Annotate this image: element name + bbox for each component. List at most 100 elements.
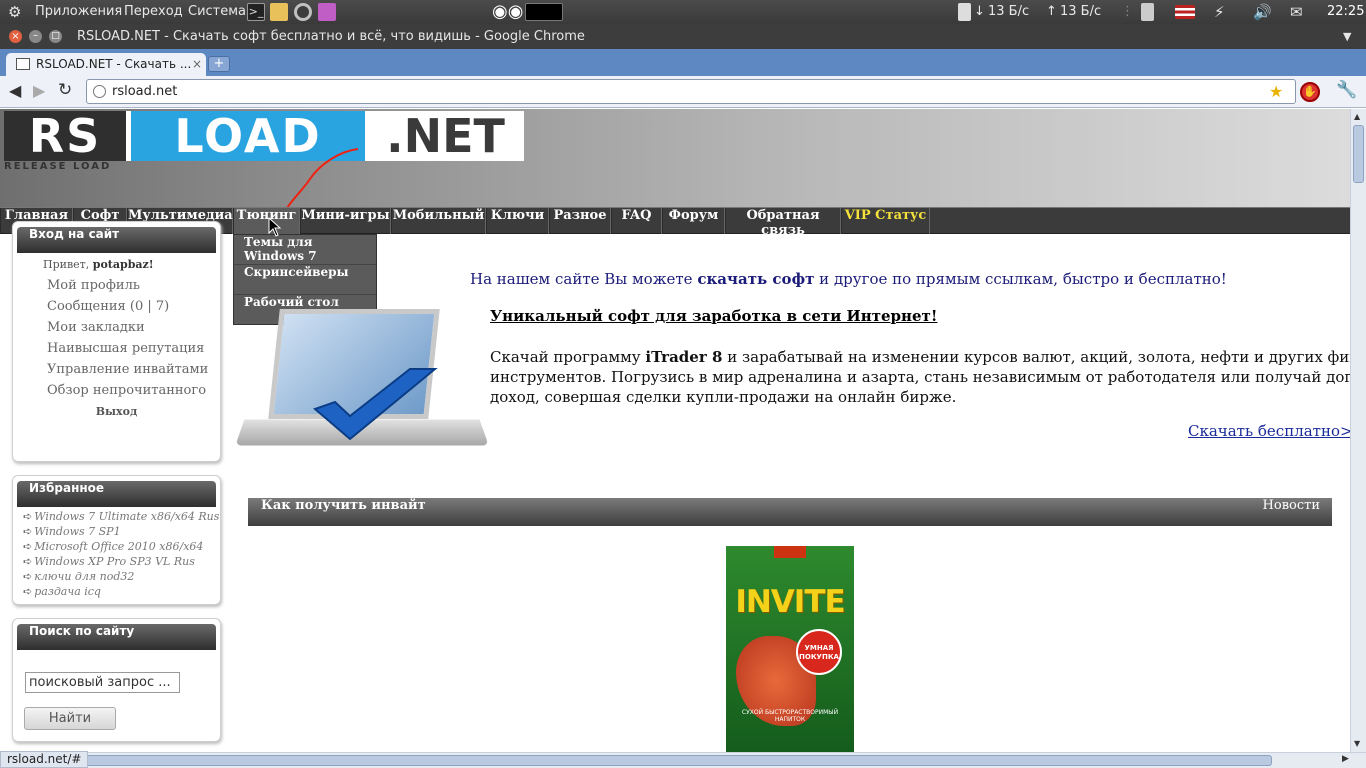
back-arrow-icon[interactable]: ◀ — [9, 81, 21, 100]
keyboard-layout-flag-icon[interactable] — [1175, 5, 1195, 19]
fav-item[interactable]: ➪ раздача icq — [13, 584, 220, 599]
favicon-icon — [16, 58, 30, 70]
pidgin-launcher-icon[interactable] — [318, 3, 336, 21]
search-box: Поиск по сайту Найти — [12, 618, 221, 742]
fav-item[interactable]: ➪ Windows 7 SP1 — [13, 524, 220, 539]
terminal-launcher-icon[interactable]: >_ — [247, 3, 265, 21]
link-messages[interactable]: Сообщения (0 | 7) — [13, 296, 220, 317]
intro-post: и другое по прямым ссылкам, быстро и бес… — [819, 270, 1227, 288]
volume-icon[interactable]: 🔊 — [1253, 0, 1272, 24]
reload-icon[interactable]: ↻ — [58, 80, 72, 100]
xeyes-icon: ◉◉ — [492, 1, 524, 22]
vertical-scroll-thumb[interactable] — [1353, 125, 1364, 183]
arrow-right-icon: ➪ — [23, 525, 33, 538]
fav-item[interactable]: ➪ ключи для nod32 — [13, 569, 220, 584]
menu-mobile[interactable]: Мобильный — [391, 208, 486, 234]
window-maximize-icon[interactable]: □ — [49, 30, 62, 43]
logout-link[interactable]: Выход — [13, 405, 220, 418]
promo-product: iTrader 8 — [645, 348, 723, 366]
browser-toolbar: ◀ ▶ ↻ rsload.net ★ ✋ 🔧 — [0, 76, 1366, 108]
url-text[interactable]: rsload.net — [112, 80, 177, 103]
site-search-input[interactable] — [25, 672, 180, 693]
places-menu[interactable]: Переход — [124, 0, 183, 24]
window-minimize-icon[interactable]: – — [29, 30, 42, 43]
news-title[interactable]: Как получить инвайт — [261, 498, 426, 513]
arrow-right-icon: ➪ — [23, 555, 33, 568]
menu-vip-status[interactable]: VIP Статус — [841, 208, 930, 234]
tab-close-icon[interactable]: × — [192, 53, 202, 76]
bookmark-star-icon[interactable]: ★ — [1269, 80, 1283, 103]
laptop-illustration — [235, 309, 489, 449]
promo-p2: и зарабатывай на изменении курсов валют,… — [727, 348, 1350, 366]
mail-indicator-icon[interactable]: ✉ — [1290, 0, 1303, 24]
menu-faq[interactable]: FAQ — [611, 208, 662, 234]
pack-badge-line2: ПОКУПКА — [799, 653, 839, 661]
link-top-reputation[interactable]: Наивысшая репутация — [13, 338, 220, 359]
login-box-title: Вход на сайт — [17, 227, 216, 253]
search-submit-button[interactable]: Найти — [24, 707, 116, 730]
promo-heading[interactable]: Уникальный софт для заработка в сети Инт… — [490, 307, 937, 325]
fav-item[interactable]: ➪ Windows 7 Ultimate x86/x64 Rus — [13, 509, 220, 524]
window-close-icon[interactable]: × — [9, 30, 22, 43]
horizontal-scroll-thumb[interactable] — [76, 755, 1272, 766]
menu-keys[interactable]: Ключи — [486, 208, 549, 234]
net-down-arrow-icon: ↓ — [974, 4, 985, 19]
logo-rs: RS — [4, 111, 126, 161]
link-bookmarks[interactable]: Мои закладки — [13, 317, 220, 338]
status-bubble: rsload.net/# — [0, 751, 89, 768]
pack-badge-line1: УМНАЯ — [804, 644, 834, 652]
forward-arrow-icon[interactable]: ▶ — [33, 81, 45, 100]
menu-feedback[interactable]: Обратная связь — [725, 208, 841, 238]
mouse-cursor-icon — [268, 217, 282, 237]
menu-forum[interactable]: Форум — [662, 208, 725, 234]
window-menu-chevron-icon[interactable]: ▼ — [1343, 24, 1351, 49]
dropdown-screensavers[interactable]: Скринсейверы — [234, 265, 376, 295]
intro-pre: На нашем сайте Вы можете — [470, 270, 693, 288]
new-tab-button[interactable]: + — [208, 56, 230, 72]
logo-net: .NET — [386, 109, 505, 163]
greeting-text: Привет, — [43, 258, 90, 271]
link-manage-invites[interactable]: Управление инвайтами — [13, 359, 220, 380]
menu-misc[interactable]: Разное — [549, 208, 611, 234]
menu-tuning[interactable]: Тюнинг — [233, 208, 300, 234]
arrow-right-icon: ➪ — [23, 510, 33, 523]
text-editor-launcher-icon[interactable] — [270, 3, 288, 21]
window-title: RSLOAD.NET - Скачать софт бесплатно и вс… — [77, 29, 585, 44]
checkmark-icon — [313, 368, 438, 441]
menu-mini-games[interactable]: Мини-игры — [300, 208, 391, 234]
username[interactable]: potapbaz! — [93, 258, 154, 271]
network-manager-icon[interactable]: ⚡ — [1214, 0, 1225, 24]
site-logo[interactable]: RS LOAD .NET — [4, 111, 524, 161]
news-category-link[interactable]: Новости — [1263, 498, 1320, 513]
chrome-launcher-icon[interactable] — [294, 3, 312, 21]
horizontal-scrollbar[interactable]: ▶ — [0, 752, 1366, 768]
link-unread-overview[interactable]: Обзор непрочитанного — [13, 380, 220, 401]
address-bar[interactable]: rsload.net ★ — [86, 79, 1296, 104]
intro-link-download-soft[interactable]: скачать софт — [697, 270, 814, 288]
ubuntu-logo-icon[interactable]: ⚙ — [8, 0, 21, 24]
dropdown-win7-themes[interactable]: Темы для Windows 7 — [234, 235, 376, 265]
gnome-top-panel: ⚙ Приложения Переход Система >_ ◉◉ ↓ 13 … — [0, 0, 1366, 24]
greeting: Привет, potapbaz! — [13, 253, 220, 275]
link-my-profile[interactable]: Мой профиль — [13, 275, 220, 296]
net-up-speed: 13 Б/с — [1060, 4, 1102, 19]
tab-rsload[interactable]: RSLOAD.NET - Скачать ... × — [6, 53, 206, 76]
pack-caption: СУХОЙ БЫСТРОРАСТВОРИМЫЙ НАПИТОК — [741, 709, 839, 723]
adblock-extension-icon[interactable]: ✋ — [1300, 82, 1320, 102]
scroll-down-arrow-icon[interactable]: ▼ — [1354, 739, 1360, 748]
applications-menu[interactable]: Приложения — [35, 0, 122, 24]
download-free-link[interactable]: Скачать бесплатно>>> — [1188, 422, 1350, 440]
fav-item[interactable]: ➪ Microsoft Office 2010 x86/x64 — [13, 539, 220, 554]
invite-pack-image[interactable]: INVITE УМНАЯ ПОКУПКА СУХОЙ БЫСТРОРАСТВОР… — [726, 546, 854, 752]
system-menu[interactable]: Система — [188, 0, 246, 24]
fav-item[interactable]: ➪ Windows XP Pro SP3 VL Rus — [13, 554, 220, 569]
clipboard-icon[interactable] — [1141, 3, 1154, 21]
vertical-scrollbar[interactable]: ▲ ▼ — [1350, 109, 1366, 752]
system-monitor-graph[interactable] — [525, 3, 563, 21]
scroll-right-arrow-icon[interactable]: ▶ — [1342, 754, 1349, 764]
wrench-menu-icon[interactable]: 🔧 — [1336, 80, 1357, 100]
favorites-box: Избранное ➪ Windows 7 Ultimate x86/x64 Ru… — [12, 475, 221, 605]
clock[interactable]: 22:25 — [1327, 0, 1364, 24]
scroll-up-arrow-icon[interactable]: ▲ — [1354, 112, 1360, 121]
pack-cap — [774, 546, 806, 558]
